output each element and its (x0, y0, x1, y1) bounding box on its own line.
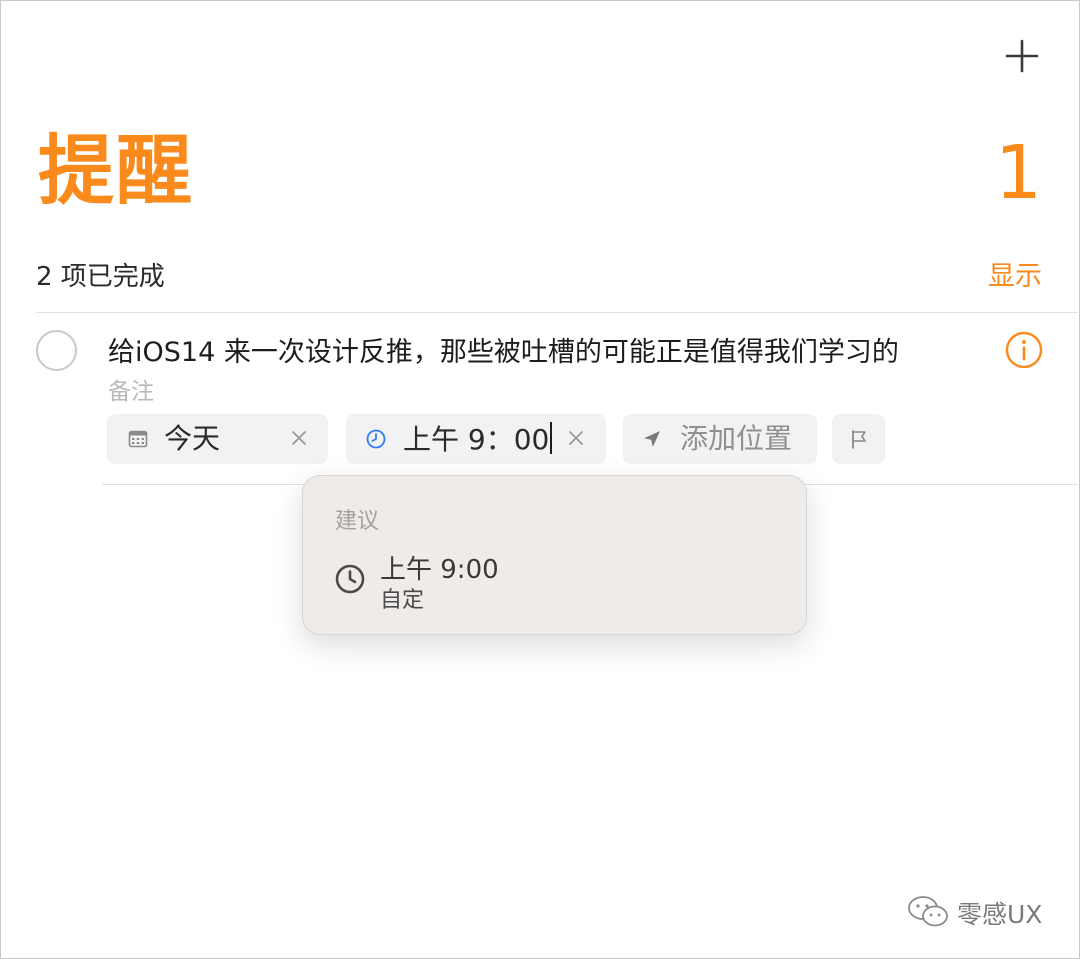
suggestions-heading: 建议 (335, 509, 380, 534)
text-cursor (550, 422, 553, 454)
suggestion-subtitle: 自定 (380, 588, 425, 613)
clock-icon (366, 429, 386, 449)
list-title: 提醒 (38, 126, 194, 215)
suggestion-item[interactable]: 上午 9:00 自定 (325, 546, 785, 616)
clock-icon (335, 564, 365, 594)
reminder-complete-checkbox[interactable] (36, 330, 77, 371)
plus-icon (1005, 39, 1039, 73)
time-suggestions-popover: 建议 上午 9:00 自定 (302, 475, 807, 635)
add-location-label: 添加位置 (680, 422, 793, 455)
calendar-icon (128, 430, 148, 448)
completed-summary-row: 2 项已完成 显示 (36, 252, 1042, 296)
show-completed-button[interactable]: 显示 (988, 254, 1042, 293)
info-icon (1005, 331, 1043, 369)
reminder-count: 1 (994, 130, 1042, 216)
location-arrow-icon (644, 431, 660, 447)
reminder-info-button[interactable] (1004, 330, 1044, 370)
suggestion-time: 上午 9:00 (380, 555, 499, 585)
time-chip[interactable]: 上午 9：00 (346, 414, 606, 464)
add-location-chip[interactable]: 添加位置 (623, 414, 817, 464)
completed-count-label: 2 项已完成 (36, 262, 165, 292)
flag-icon (852, 430, 866, 449)
date-chip[interactable]: 今天 (107, 414, 328, 464)
clear-time-icon[interactable] (565, 427, 587, 449)
date-value: 今天 (164, 422, 221, 455)
divider (36, 312, 1078, 313)
clear-date-icon[interactable] (288, 427, 310, 449)
watermark: 零感UX (905, 893, 1055, 929)
add-reminder-button[interactable] (1000, 34, 1044, 78)
flag-chip[interactable] (832, 414, 885, 464)
reminder-notes-input[interactable]: 备注 (108, 372, 154, 406)
watermark-text: 零感UX (957, 900, 1043, 929)
time-input[interactable]: 上午 9：00 (403, 422, 553, 457)
time-value: 上午 9：00 (403, 423, 550, 456)
wechat-logo-icon (908, 896, 948, 927)
reminder-title-input[interactable]: 给iOS14 来一次设计反推，那些被吐槽的可能正是值得我们学习的 (108, 330, 899, 369)
